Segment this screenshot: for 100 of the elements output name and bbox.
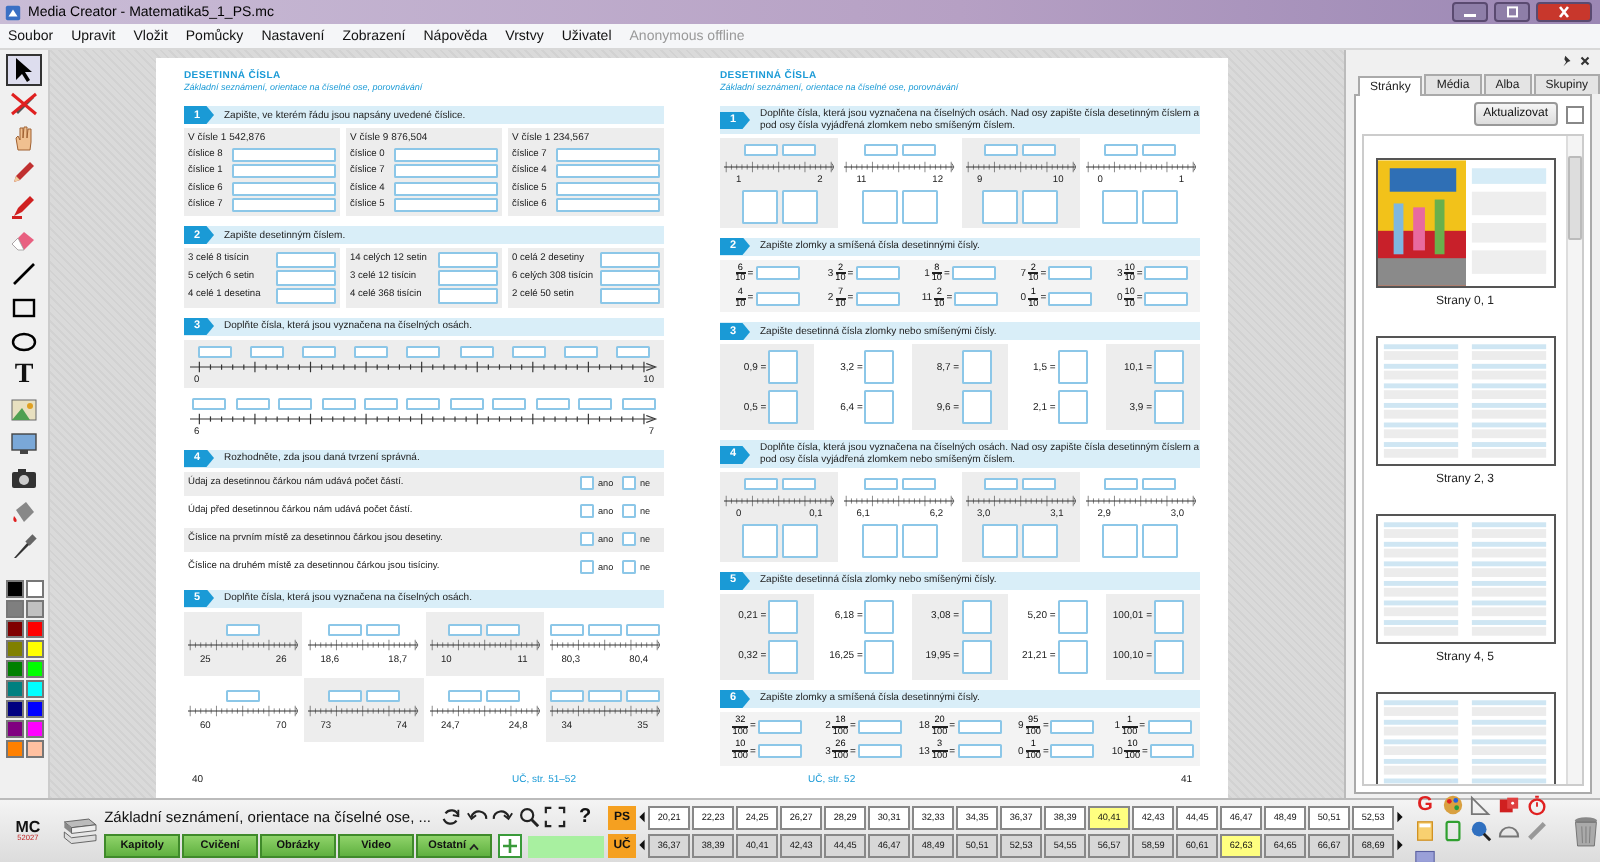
answer-box[interactable] <box>951 266 996 281</box>
answer-box[interactable] <box>1057 639 1088 674</box>
rect-icon[interactable] <box>8 294 40 322</box>
answer-box[interactable] <box>365 623 400 635</box>
color-swatch[interactable] <box>25 700 43 718</box>
answer-box[interactable] <box>600 270 660 285</box>
answer-box[interactable] <box>276 288 336 303</box>
answer-box[interactable] <box>768 599 799 634</box>
answer-box[interactable] <box>197 345 232 357</box>
scrollbar[interactable] <box>1566 136 1582 784</box>
answer-box[interactable] <box>781 478 816 491</box>
answer-box[interactable] <box>302 345 337 357</box>
answer-box[interactable] <box>364 397 399 409</box>
checkbox[interactable] <box>580 532 594 546</box>
answer-box[interactable] <box>984 144 1019 156</box>
answer-box[interactable] <box>741 523 778 558</box>
close-icon[interactable] <box>1578 54 1592 68</box>
checkbox[interactable] <box>622 504 636 518</box>
help-button[interactable]: ? <box>579 806 592 828</box>
answer-box[interactable] <box>1102 523 1139 558</box>
answer-box[interactable] <box>1142 478 1177 491</box>
checkbox[interactable] <box>1566 105 1584 123</box>
answer-box[interactable] <box>957 719 1002 734</box>
answer-box[interactable] <box>863 478 898 491</box>
answer-box[interactable] <box>781 189 818 223</box>
color-swatch[interactable] <box>5 680 23 698</box>
answer-box[interactable] <box>1142 189 1179 223</box>
answer-box[interactable] <box>556 198 660 212</box>
pipette-icon[interactable] <box>8 532 40 560</box>
answer-box[interactable] <box>781 144 816 156</box>
color-swatch[interactable] <box>5 600 23 618</box>
page-thumbnail[interactable] <box>1375 692 1555 784</box>
answer-box[interactable] <box>861 523 898 558</box>
answer-box[interactable] <box>394 164 498 178</box>
checkbox[interactable] <box>622 476 636 490</box>
answer-box[interactable] <box>864 390 895 425</box>
ruler-icon[interactable] <box>1526 820 1549 842</box>
answer-box[interactable] <box>438 288 498 303</box>
answer-box[interactable] <box>954 291 999 306</box>
answer-box[interactable] <box>1022 478 1057 491</box>
answer-box[interactable] <box>781 523 818 558</box>
pen-icon[interactable] <box>8 158 40 186</box>
answer-box[interactable] <box>1144 266 1189 281</box>
answer-box[interactable] <box>625 689 660 701</box>
answer-box[interactable] <box>232 147 336 161</box>
answer-box[interactable] <box>232 164 336 178</box>
checkbox[interactable] <box>622 560 636 574</box>
answer-box[interactable] <box>961 639 992 674</box>
answer-box[interactable] <box>365 689 400 701</box>
answer-box[interactable] <box>1142 523 1179 558</box>
answer-box[interactable] <box>406 397 441 409</box>
google-letter[interactable]: G <box>1414 794 1437 816</box>
color-swatch[interactable] <box>25 580 43 598</box>
calculator-icon[interactable] <box>1414 820 1437 842</box>
answer-box[interactable] <box>982 523 1019 558</box>
answer-box[interactable] <box>226 623 261 635</box>
color-swatch[interactable] <box>5 720 23 738</box>
add-icon[interactable] <box>498 834 523 858</box>
answer-box[interactable] <box>600 252 660 267</box>
color-swatch[interactable] <box>5 740 23 758</box>
answer-box[interactable] <box>235 397 270 409</box>
answer-box[interactable] <box>492 397 527 409</box>
color-swatch[interactable] <box>5 660 23 678</box>
answer-box[interactable] <box>1104 478 1139 491</box>
camera-icon[interactable] <box>8 464 40 492</box>
fullscreen-icon[interactable] <box>543 806 565 828</box>
answer-box[interactable] <box>961 390 992 425</box>
color-swatch[interactable] <box>25 740 43 758</box>
answer-box[interactable] <box>438 252 498 267</box>
close-icon[interactable] <box>1554 6 1574 18</box>
answer-box[interactable] <box>768 350 799 385</box>
answer-box[interactable] <box>226 689 261 701</box>
answer-box[interactable] <box>755 266 800 281</box>
answer-box[interactable] <box>394 147 498 161</box>
color-swatch[interactable] <box>25 600 43 618</box>
answer-box[interactable] <box>755 291 800 306</box>
globe-search-icon[interactable] <box>1470 820 1493 842</box>
answer-box[interactable] <box>864 639 895 674</box>
answer-box[interactable] <box>855 291 900 306</box>
answer-box[interactable] <box>861 189 898 223</box>
palette-icon[interactable] <box>1442 794 1465 816</box>
answer-box[interactable] <box>1022 523 1059 558</box>
answer-box[interactable] <box>863 144 898 156</box>
answer-box[interactable] <box>757 744 802 759</box>
screen-icon[interactable] <box>8 430 40 458</box>
maximize-icon[interactable] <box>1502 6 1522 18</box>
answer-box[interactable] <box>757 719 802 734</box>
answer-box[interactable] <box>1022 144 1057 156</box>
rotate-icon[interactable] <box>439 806 461 828</box>
answer-box[interactable] <box>587 689 622 701</box>
answer-box[interactable] <box>535 397 570 409</box>
answer-box[interactable] <box>438 270 498 285</box>
answer-box[interactable] <box>232 198 336 212</box>
color-swatch[interactable] <box>25 660 43 678</box>
answer-box[interactable] <box>448 623 483 635</box>
color-swatch[interactable] <box>25 640 43 658</box>
answer-box[interactable] <box>1149 744 1194 759</box>
answer-box[interactable] <box>957 744 1002 759</box>
triangle-ruler-icon[interactable] <box>1470 794 1493 816</box>
answer-box[interactable] <box>549 689 584 701</box>
